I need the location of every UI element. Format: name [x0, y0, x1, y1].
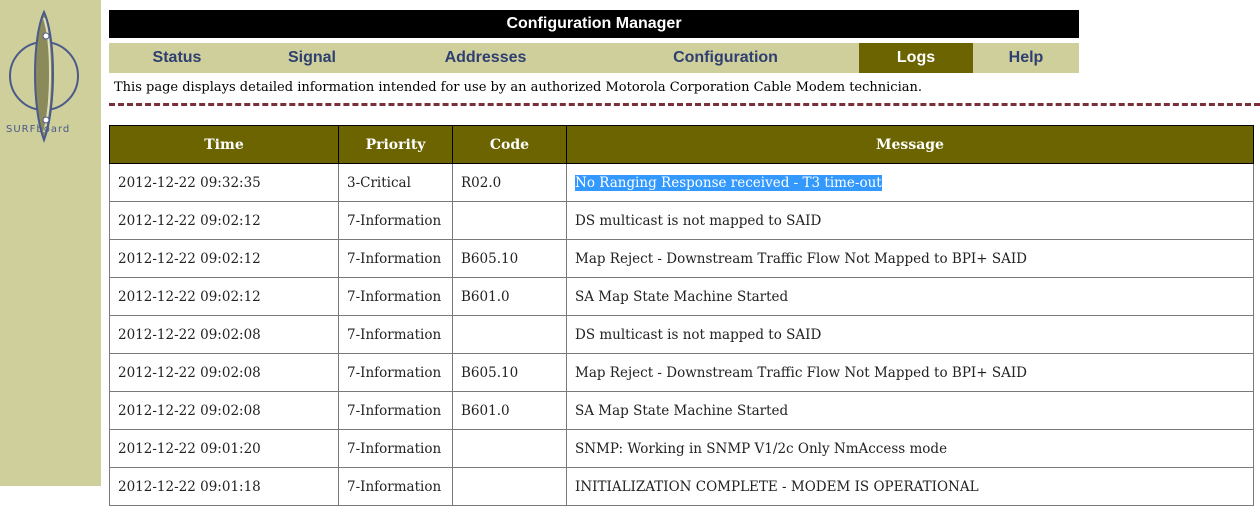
cell-code: B605.10 [452, 239, 567, 278]
cell-message: INITIALIZATION COMPLETE - MODEM IS OPERA… [566, 467, 1254, 506]
table-row: 2012-12-22 09:32:35 3-Critical R02.0 No … [109, 163, 1254, 202]
nav-signal[interactable]: Signal [245, 43, 379, 73]
cell-time: 2012-12-22 09:02:08 [109, 391, 339, 430]
cell-priority: 7-Information [338, 277, 453, 316]
nav-logs[interactable]: Logs [859, 43, 973, 73]
cell-message[interactable]: No Ranging Response received - T3 time-o… [566, 163, 1254, 202]
cell-priority: 7-Information [338, 467, 453, 506]
table-row: 2012-12-22 09:02:12 7-Information B605.1… [109, 239, 1254, 278]
table-row: 2012-12-22 09:02:08 7-Information B605.1… [109, 353, 1254, 392]
table-row: 2012-12-22 09:01:20 7-Information SNMP: … [109, 429, 1254, 468]
sidebar-divider [101, 0, 105, 486]
cell-priority: 7-Information [338, 239, 453, 278]
cell-code: B605.10 [452, 353, 567, 392]
cell-code [452, 315, 567, 354]
cell-priority: 7-Information [338, 315, 453, 354]
table-row: 2012-12-22 09:02:08 7-Information B601.0… [109, 391, 1254, 430]
cell-message: Map Reject - Downstream Traffic Flow Not… [566, 239, 1254, 278]
cell-code: B601.0 [452, 391, 567, 430]
cell-time: 2012-12-22 09:02:08 [109, 315, 339, 354]
col-time: Time [109, 125, 339, 164]
page-title: Configuration Manager [109, 10, 1079, 38]
cell-message: Map Reject - Downstream Traffic Flow Not… [566, 353, 1254, 392]
cell-time: 2012-12-22 09:02:12 [109, 201, 339, 240]
cell-priority: 7-Information [338, 429, 453, 468]
col-message: Message [566, 125, 1254, 164]
selected-text[interactable]: No Ranging Response received - T3 time-o… [575, 174, 882, 191]
log-table: Time Priority Code Message 2012-12-22 09… [109, 125, 1254, 506]
nav-bar: Status Signal Addresses Configuration Lo… [109, 43, 1079, 73]
nav-configuration[interactable]: Configuration [592, 43, 859, 73]
table-row: 2012-12-22 09:02:12 7-Information DS mul… [109, 201, 1254, 240]
table-row: 2012-12-22 09:02:12 7-Information B601.0… [109, 277, 1254, 316]
cell-code: B601.0 [452, 277, 567, 316]
cell-code [452, 467, 567, 506]
cell-time: 2012-12-22 09:32:35 [109, 163, 339, 202]
cell-priority: 7-Information [338, 201, 453, 240]
technician-notice: This page displays detailed information … [114, 80, 922, 95]
dashed-divider [109, 103, 1260, 106]
nav-status[interactable]: Status [109, 43, 245, 73]
cell-message: SNMP: Working in SNMP V1/2c Only NmAcces… [566, 429, 1254, 468]
col-code: Code [452, 125, 567, 164]
col-priority: Priority [338, 125, 453, 164]
cell-code [452, 201, 567, 240]
nav-help[interactable]: Help [973, 43, 1079, 73]
cell-priority: 7-Information [338, 391, 453, 430]
cell-code [452, 429, 567, 468]
cell-code: R02.0 [452, 163, 567, 202]
log-table-header-row: Time Priority Code Message [109, 125, 1254, 164]
cell-time: 2012-12-22 09:01:20 [109, 429, 339, 468]
sidebar: SURFboard [0, 0, 101, 486]
cell-message: DS multicast is not mapped to SAID [566, 201, 1254, 240]
cell-time: 2012-12-22 09:02:12 [109, 239, 339, 278]
cell-message: DS multicast is not mapped to SAID [566, 315, 1254, 354]
cell-time: 2012-12-22 09:02:12 [109, 277, 339, 316]
nav-addresses[interactable]: Addresses [379, 43, 592, 73]
table-row: 2012-12-22 09:01:18 7-Information INITIA… [109, 467, 1254, 506]
cell-message: SA Map State Machine Started [566, 277, 1254, 316]
cell-priority: 3-Critical [338, 163, 453, 202]
logo-text: SURFboard [6, 124, 71, 135]
cell-message: SA Map State Machine Started [566, 391, 1254, 430]
cell-time: 2012-12-22 09:01:18 [109, 467, 339, 506]
cell-priority: 7-Information [338, 353, 453, 392]
cell-time: 2012-12-22 09:02:08 [109, 353, 339, 392]
table-row: 2012-12-22 09:02:08 7-Information DS mul… [109, 315, 1254, 354]
